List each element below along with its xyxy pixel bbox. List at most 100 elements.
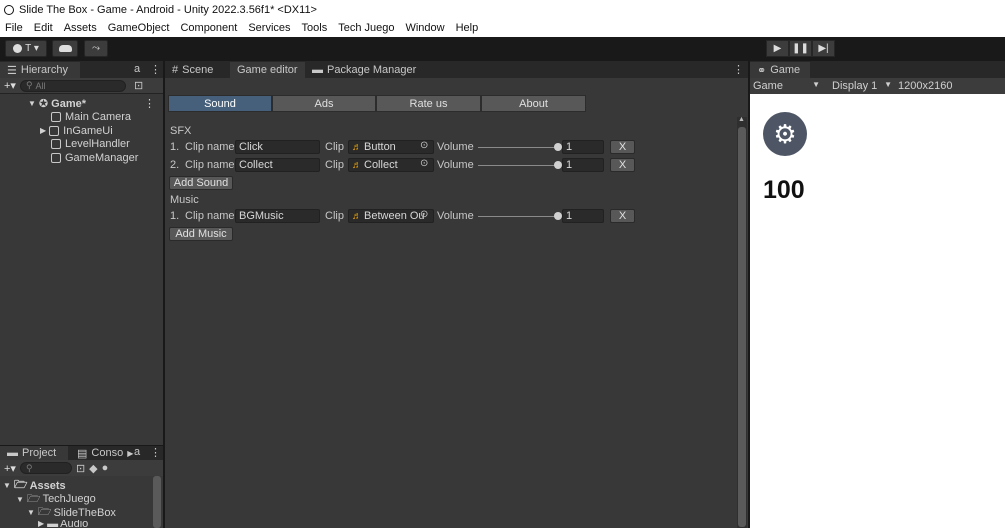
hierarchy-toolbar: +▾ ⚲ All ⊡ (0, 78, 163, 94)
more-menu-icon[interactable]: ⋮ (150, 446, 161, 459)
add-dropdown-button[interactable]: +▾ (4, 462, 16, 475)
tab-console[interactable]: ▤ Conso ▶ (70, 446, 140, 460)
object-picker-icon[interactable]: ⊙ (420, 158, 428, 169)
subtab-ads[interactable]: Ads (272, 95, 376, 112)
tree-row-audio[interactable]: ▶ ▬ Audio (0, 520, 163, 528)
gamepad-icon: ⚭ (757, 64, 767, 77)
menu-component[interactable]: Component (180, 22, 237, 34)
hierarchy-search[interactable]: ⚲ All (19, 79, 126, 92)
tab-hierarchy-label: Hierarchy (20, 64, 68, 76)
expand-down-icon: ▼ (27, 508, 35, 518)
project-search[interactable]: ⚲ (19, 462, 72, 474)
menu-assets[interactable]: Assets (64, 22, 97, 34)
project-scrollbar[interactable] (153, 476, 161, 528)
slider-knob[interactable] (554, 143, 562, 151)
tree-row-assets[interactable]: ▼ 🗁 Assets (0, 479, 163, 493)
expand-down-icon: ▼ (28, 99, 36, 109)
lock-icon[interactable]: a (134, 446, 140, 458)
volume-label: Volume (437, 210, 474, 222)
add-music-button[interactable]: Add Music (169, 227, 233, 241)
scene-root-row[interactable]: ▼ ✪ Game* ⋮ (0, 97, 163, 111)
tab-hierarchy[interactable]: ☰ Hierarchy (0, 62, 80, 78)
remove-clip-button[interactable]: X (610, 158, 635, 172)
step-icon: ▶| (818, 43, 829, 54)
menu-help[interactable]: Help (456, 22, 479, 34)
add-sound-button[interactable]: Add Sound (169, 176, 233, 190)
audio-clip-value: Collect (364, 159, 398, 171)
resolution-dropdown[interactable]: 1200x2160 (896, 80, 952, 92)
label-icon[interactable]: ◆ (89, 462, 97, 475)
subtab-about[interactable]: About (481, 95, 586, 112)
slider-track (478, 165, 558, 166)
cloud-icon (58, 45, 72, 52)
game-mode-dropdown[interactable]: Game ▼ (750, 80, 824, 92)
play-button[interactable]: ▶ (766, 40, 789, 57)
account-button[interactable]: T ▾ (5, 40, 47, 57)
menu-window[interactable]: Window (405, 22, 444, 34)
expand-down-icon: ▼ (16, 494, 24, 504)
subtab-sound[interactable]: Sound (168, 95, 272, 112)
scrollbar-thumb[interactable] (738, 127, 746, 527)
hierarchy-item[interactable]: ▶ InGameUi (0, 124, 163, 138)
volume-field[interactable]: 1 (562, 140, 604, 154)
tab-project[interactable]: ▬ Project (0, 446, 68, 460)
volume-slider[interactable] (478, 143, 562, 151)
hierarchy-item-label: LevelHandler (65, 138, 130, 151)
account-label: T ▾ (25, 43, 39, 54)
add-dropdown-button[interactable]: +▾ (4, 79, 16, 92)
menu-tools[interactable]: Tools (302, 22, 328, 34)
pause-button[interactable]: ❚❚ (789, 40, 812, 57)
lock-icon[interactable]: a (134, 63, 140, 75)
row-index: 2. (170, 159, 180, 171)
volume-field[interactable]: 1 (562, 158, 604, 172)
slider-knob[interactable] (554, 212, 562, 220)
package-icon: ▬ (312, 64, 323, 76)
filter-icon[interactable]: ⊡ (76, 462, 85, 475)
scroll-up-icon[interactable]: ▲ (738, 116, 745, 123)
clip-name-field[interactable]: Click (235, 140, 320, 154)
clip-name-field[interactable]: Collect (235, 158, 320, 172)
more-menu-icon[interactable]: ⋮ (150, 63, 161, 76)
volume-slider[interactable] (478, 161, 562, 169)
hierarchy-item[interactable]: GameManager (0, 151, 163, 165)
menu-edit[interactable]: Edit (34, 22, 53, 34)
step-button[interactable]: ▶| (812, 40, 835, 57)
settings-button[interactable]: ⚙ (763, 112, 807, 156)
volume-slider[interactable] (478, 212, 562, 220)
remove-clip-button[interactable]: X (610, 140, 635, 154)
project-tabbar: ▬ Project ▤ Conso ▶ a ⋮ (0, 446, 163, 460)
scene-menu-icon[interactable]: ⋮ (144, 97, 155, 110)
menu-file[interactable]: File (5, 22, 23, 34)
score-text: 100 (763, 176, 805, 204)
clip-name-field[interactable]: BGMusic (235, 209, 320, 223)
menu-services[interactable]: Services (248, 22, 290, 34)
tab-game-editor[interactable]: Game editor (230, 62, 305, 78)
tab-scene-label: Scene (182, 64, 214, 76)
hierarchy-search-placeholder: All (35, 80, 46, 91)
remove-clip-button[interactable]: X (610, 209, 635, 223)
menu-tech-juego[interactable]: Tech Juego (338, 22, 394, 34)
editor-subtabs: Sound Ads Rate us About (168, 95, 586, 112)
tab-package-manager[interactable]: ▬ Package Manager (305, 62, 423, 78)
window-title: Slide The Box - Game - Android - Unity 2… (19, 3, 317, 16)
subtab-rate-us[interactable]: Rate us (376, 95, 481, 112)
slider-knob[interactable] (554, 161, 562, 169)
volume-field[interactable]: 1 (562, 209, 604, 223)
more-menu-icon[interactable]: ⋮ (733, 63, 744, 76)
editor-scrollbar[interactable]: ▲ (737, 116, 747, 528)
scene-visibility-icon[interactable]: ⊡ (134, 79, 143, 92)
collab-button[interactable]: ⤳ (84, 40, 108, 57)
game-mode-value: Game (753, 80, 783, 92)
cloud-button[interactable] (52, 40, 78, 57)
object-picker-icon[interactable]: ⊙ (420, 209, 428, 220)
tab-game[interactable]: ⚭ Game (750, 62, 810, 78)
display-dropdown[interactable]: Display 1 ▼ (824, 80, 896, 92)
star-icon[interactable]: ● (102, 462, 109, 474)
object-picker-icon[interactable]: ⊙ (420, 140, 428, 151)
hierarchy-item[interactable]: LevelHandler (0, 138, 163, 152)
hierarchy-item[interactable]: Main Camera (0, 111, 163, 125)
tree-row-slidethebox[interactable]: ▼ 🗁 SlideTheBox (0, 506, 163, 520)
menu-gameobject[interactable]: GameObject (108, 22, 170, 34)
project-toolbar: +▾ ⚲ ⊡ ◆ ● (0, 460, 163, 476)
tab-scene[interactable]: # Scene (165, 62, 220, 78)
